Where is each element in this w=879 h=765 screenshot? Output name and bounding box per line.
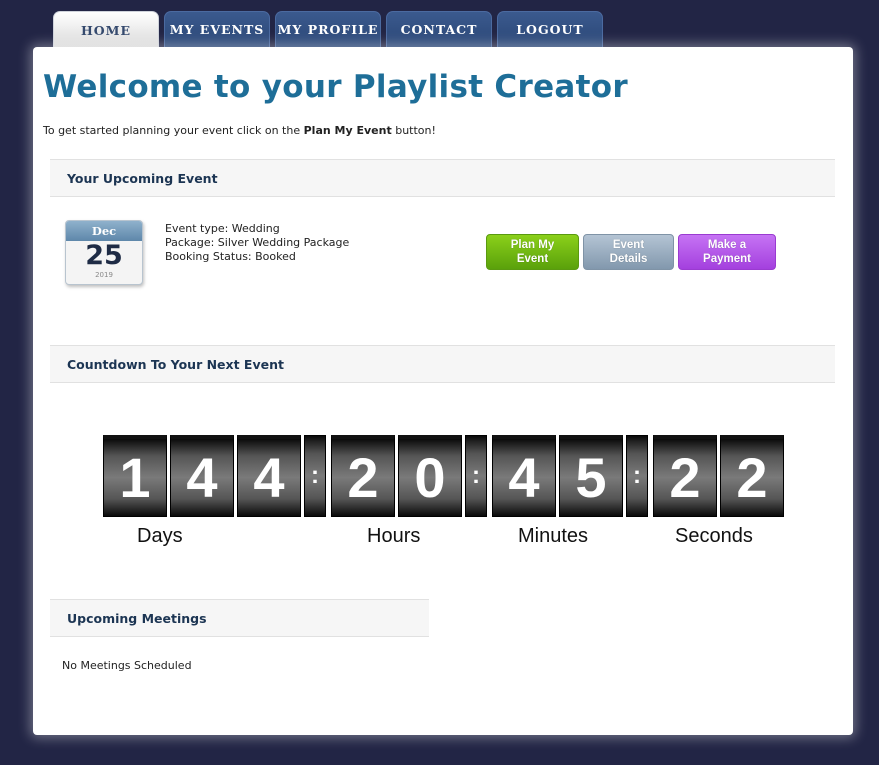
event-package: Package: Silver Wedding Package [165,236,350,249]
countdown-digit-days-2: 4 [170,435,234,517]
countdown-digit-days-3: 4 [237,435,301,517]
event-details-button[interactable]: Event Details [583,234,674,270]
plan-my-event-label: Plan My Event [510,239,555,265]
countdown-separator-1: : [304,435,326,517]
countdown-digit-hours-2: 0 [398,435,462,517]
page-title: Welcome to your Playlist Creator [43,69,628,105]
countdown-label-minutes: Minutes [518,525,589,547]
upcoming-event-heading-label: Your Upcoming Event [67,170,218,186]
calendar-month: Dec [66,221,142,241]
booking-status: Booking Status: Booked [165,250,296,263]
tab-logout[interactable]: LOGOUT [497,11,603,47]
countdown-separator-3: : [626,435,648,517]
intro-text: To get started planning your event click… [43,124,436,137]
event-details-label: Event Details [609,239,648,265]
make-payment-button[interactable]: Make a Payment [678,234,776,270]
intro-suffix: button! [391,124,436,137]
countdown-label-days: Days [137,525,183,547]
countdown-label-hours: Hours [367,525,421,547]
event-type: Event type: Wedding [165,222,280,235]
tab-contact[interactable]: CONTACT [386,11,492,47]
countdown-heading-label: Countdown To Your Next Event [67,356,284,372]
tab-my-events[interactable]: MY EVENTS [164,11,270,47]
tab-home[interactable]: HOME [53,11,159,48]
calendar-day: 25 [85,240,123,271]
countdown-digit-seconds-1: 2 [653,435,717,517]
countdown-digit-minutes-1: 4 [492,435,556,517]
tab-my-profile[interactable]: MY PROFILE [275,11,381,47]
countdown-digit-hours-1: 2 [331,435,395,517]
calendar-icon: Dec 25 2019 [65,220,143,285]
intro-prefix: To get started planning your event click… [43,124,304,137]
countdown-digit-seconds-2: 2 [720,435,784,517]
no-meetings-text: No Meetings Scheduled [62,659,192,672]
calendar-year: 2019 [95,271,113,279]
countdown-digit-days-1: 1 [103,435,167,517]
intro-bold: Plan My Event [303,124,392,137]
upcoming-event-heading: Your Upcoming Event [50,159,835,197]
countdown-separator-2: : [465,435,487,517]
make-payment-label: Make a Payment [703,239,751,265]
plan-my-event-button[interactable]: Plan My Event [486,234,579,270]
upcoming-meetings-heading: Upcoming Meetings [50,599,429,637]
countdown-heading: Countdown To Your Next Event [50,345,835,383]
countdown-label-seconds: Seconds [675,525,753,547]
main-panel: Welcome to your Playlist Creator To get … [33,47,853,735]
countdown-digit-minutes-2: 5 [559,435,623,517]
upcoming-meetings-heading-label: Upcoming Meetings [67,610,207,626]
event-info: Event type: Wedding Package: Silver Wedd… [165,222,349,264]
